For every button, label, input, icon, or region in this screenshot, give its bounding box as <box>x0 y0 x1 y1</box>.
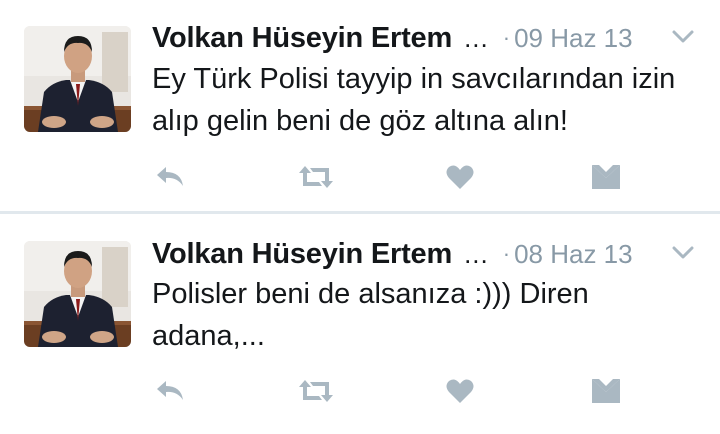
retweet-icon <box>299 380 333 402</box>
reply-button[interactable] <box>152 374 188 408</box>
like-icon <box>446 165 474 189</box>
separator-dot: · <box>502 25 511 50</box>
tweet-text: Polisler beni de alsanıza :))) Diren ada… <box>152 278 589 352</box>
reply-button[interactable] <box>152 160 188 194</box>
tweet[interactable]: Volkan Hüseyin Ertem ... · 09 Haz 13 Ey … <box>0 0 720 212</box>
separator-dot: · <box>502 241 511 266</box>
reply-icon <box>157 167 183 186</box>
direct-message-button[interactable] <box>588 374 624 408</box>
name-ellipsis: ... <box>464 22 489 53</box>
tweet-header: Volkan Hüseyin Ertem ... · 08 Haz 13 <box>152 234 696 274</box>
timestamp[interactable]: 09 Haz 13 <box>514 23 633 54</box>
name-ellipsis: ... <box>464 238 489 269</box>
like-icon <box>446 379 474 403</box>
direct-message-button[interactable] <box>588 160 624 194</box>
tweet-actions <box>152 374 632 408</box>
like-button[interactable] <box>442 160 478 194</box>
profile-photo <box>24 241 131 347</box>
author-name[interactable]: Volkan Hüseyin Ertem <box>152 238 452 271</box>
retweet-button[interactable] <box>298 374 334 408</box>
chevron-down-icon[interactable] <box>670 26 696 48</box>
avatar[interactable] <box>24 241 131 347</box>
timestamp[interactable]: 08 Haz 13 <box>514 239 633 270</box>
author-name[interactable]: Volkan Hüseyin Ertem <box>152 22 452 55</box>
profile-photo <box>24 26 131 132</box>
direct-message-icon <box>592 379 620 403</box>
avatar[interactable] <box>24 26 131 132</box>
chevron-down-icon[interactable] <box>670 242 696 264</box>
direct-message-icon <box>592 165 620 189</box>
like-button[interactable] <box>442 374 478 408</box>
tweet-timeline: Volkan Hüseyin Ertem ... · 09 Haz 13 Ey … <box>0 0 720 434</box>
tweet-header: Volkan Hüseyin Ertem ... · 09 Haz 13 <box>152 18 696 58</box>
tweet[interactable]: Volkan Hüseyin Ertem ... · 08 Haz 13 Pol… <box>0 214 720 434</box>
tweet-text: Ey Türk Polisi tayyip in savcılarından i… <box>152 63 676 137</box>
retweet-button[interactable] <box>298 160 334 194</box>
reply-icon <box>157 381 183 400</box>
tweet-actions <box>152 160 632 194</box>
retweet-icon <box>299 166 333 188</box>
